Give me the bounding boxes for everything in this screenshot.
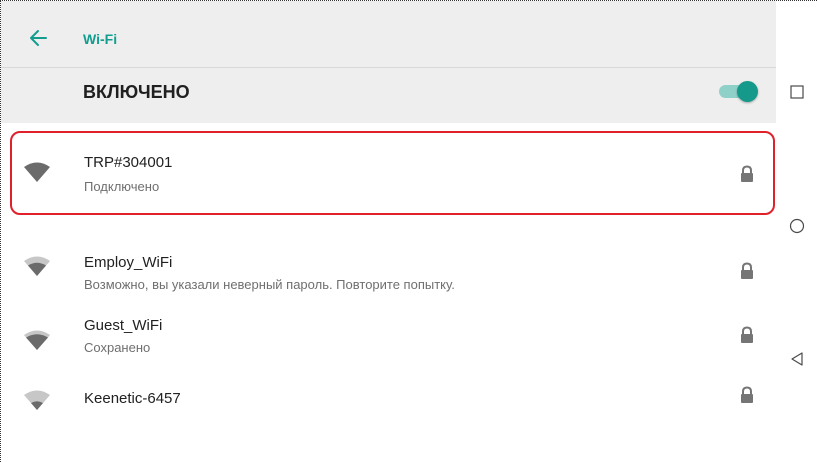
network-item[interactable]: Keenetic-6457	[1, 370, 776, 430]
wifi-settings-screen: Wi-Fi ВКЛЮЧЕНО TRP#304001 Подключено Emp…	[1, 1, 776, 462]
toolbar: Wi-Fi	[1, 1, 776, 67]
page-title: Wi-Fi	[83, 31, 118, 47]
overview-square-icon	[790, 85, 804, 99]
wifi-toggle-switch[interactable]	[717, 80, 758, 102]
navigation-bar	[777, 1, 817, 462]
home-circle-icon	[789, 218, 805, 234]
network-name: Keenetic-6457	[84, 390, 181, 407]
network-item[interactable]: Guest_WiFi Сохранено	[1, 305, 776, 370]
back-triangle-icon	[791, 352, 803, 366]
wifi-signal-full-icon	[24, 162, 50, 182]
wifi-signal-partial-icon	[24, 256, 50, 276]
back-nav-button[interactable]	[787, 349, 807, 369]
lock-icon	[741, 386, 753, 403]
wifi-signal-partial-icon	[24, 330, 50, 350]
header: Wi-Fi ВКЛЮЧЕНО	[1, 1, 776, 123]
lock-icon	[741, 326, 753, 343]
network-name: TRP#304001	[84, 154, 173, 171]
switch-thumb	[737, 81, 758, 102]
wifi-master-toggle-row[interactable]: ВКЛЮЧЕНО	[1, 68, 776, 123]
arrow-left-icon	[30, 30, 47, 46]
network-name: Employ_WiFi	[84, 254, 173, 271]
master-switch-label: ВКЛЮЧЕНО	[83, 82, 190, 102]
lock-icon	[741, 165, 753, 182]
overview-button[interactable]	[787, 82, 807, 102]
network-status: Сохранено	[84, 340, 151, 355]
network-status: Подключено	[84, 179, 160, 194]
wifi-signal-weak-icon	[24, 390, 50, 410]
network-name: Guest_WiFi	[84, 317, 163, 334]
network-list: TRP#304001 Подключено Employ_WiFi Возмож…	[1, 123, 776, 430]
back-button[interactable]	[23, 23, 53, 53]
network-item[interactable]: Employ_WiFi Возможно, вы указали неверны…	[1, 221, 776, 305]
home-button[interactable]	[787, 216, 807, 236]
network-status: Возможно, вы указали неверный пароль. По…	[84, 277, 455, 292]
lock-icon	[741, 262, 753, 279]
network-item[interactable]: TRP#304001 Подключено	[1, 123, 776, 221]
